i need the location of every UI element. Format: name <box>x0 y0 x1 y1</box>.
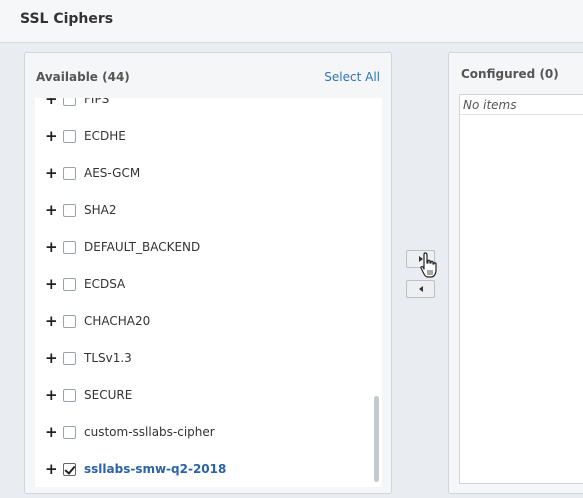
empty-text: No items <box>463 98 517 112</box>
item-label: DEFAULT_BACKEND <box>84 240 201 254</box>
list-item[interactable]: + SECURE <box>35 386 365 406</box>
remove-from-configured-button[interactable] <box>406 280 435 298</box>
item-checkbox[interactable] <box>63 278 76 291</box>
list-item[interactable]: + SHA2 <box>35 201 365 221</box>
item-checkbox[interactable] <box>63 426 76 439</box>
expand-plus-icon[interactable]: + <box>45 238 58 258</box>
list-item[interactable]: + FIPS <box>35 98 365 110</box>
item-checkbox[interactable] <box>63 315 76 328</box>
item-label: ECDHE <box>84 129 126 143</box>
item-checkbox[interactable] <box>63 241 76 254</box>
item-label: SHA2 <box>84 203 117 217</box>
item-checkbox-checked[interactable] <box>63 463 76 476</box>
expand-plus-icon[interactable]: + <box>45 460 58 480</box>
divider <box>460 114 583 115</box>
item-label: AES-GCM <box>84 166 141 180</box>
item-label: TLSv1.3 <box>84 351 132 365</box>
available-list[interactable]: + FIPS + ECDHE + AES-GCM + SHA2 + DEFAUL… <box>35 98 382 487</box>
expand-plus-icon[interactable]: + <box>45 423 58 443</box>
expand-plus-icon[interactable]: + <box>45 386 58 406</box>
item-label: FIPS <box>84 98 110 106</box>
list-item[interactable]: + ECDHE <box>35 127 365 147</box>
configured-panel: Configured (0) No items <box>448 52 583 494</box>
item-label: ssllabs-smw-q2-2018 <box>84 462 227 476</box>
list-item[interactable]: + custom-ssllabs-cipher <box>35 423 365 443</box>
item-checkbox[interactable] <box>63 167 76 180</box>
expand-plus-icon[interactable]: + <box>45 201 58 221</box>
expand-plus-icon[interactable]: + <box>45 98 58 110</box>
page-title: SSL Ciphers <box>20 11 114 27</box>
item-label: CHACHA20 <box>84 314 151 328</box>
list-item[interactable]: + TLSv1.3 <box>35 349 365 369</box>
caret-left-icon <box>419 286 423 292</box>
list-item[interactable]: + AES-GCM <box>35 164 365 184</box>
hand-pointer-icon <box>420 252 437 278</box>
available-panel: Available (44) Select All + FIPS + ECDHE… <box>24 52 392 494</box>
item-label: custom-ssllabs-cipher <box>84 425 215 439</box>
item-label: ECDSA <box>84 277 126 291</box>
list-item[interactable]: + CHACHA20 <box>35 312 365 332</box>
list-item[interactable]: + DEFAULT_BACKEND <box>35 238 365 258</box>
item-label: SECURE <box>84 388 133 402</box>
item-checkbox[interactable] <box>63 389 76 402</box>
scrollbar-thumb[interactable] <box>374 396 379 482</box>
expand-plus-icon[interactable]: + <box>45 164 58 184</box>
item-checkbox[interactable] <box>63 98 76 106</box>
configured-list[interactable]: No items <box>459 94 583 484</box>
item-checkbox[interactable] <box>63 204 76 217</box>
item-checkbox[interactable] <box>63 130 76 143</box>
expand-plus-icon[interactable]: + <box>45 275 58 295</box>
list-item[interactable]: + ECDSA <box>35 275 365 295</box>
page-header: SSL Ciphers <box>0 0 583 43</box>
expand-plus-icon[interactable]: + <box>45 349 58 369</box>
configured-title: Configured (0) <box>461 67 559 81</box>
expand-plus-icon[interactable]: + <box>45 312 58 332</box>
expand-plus-icon[interactable]: + <box>45 127 58 147</box>
available-title: Available (44) <box>36 70 130 84</box>
list-item[interactable]: + ssllabs-smw-q2-2018 <box>35 460 365 480</box>
list-scrollbar[interactable] <box>370 98 382 487</box>
select-all-link[interactable]: Select All <box>324 70 380 84</box>
item-checkbox[interactable] <box>63 352 76 365</box>
